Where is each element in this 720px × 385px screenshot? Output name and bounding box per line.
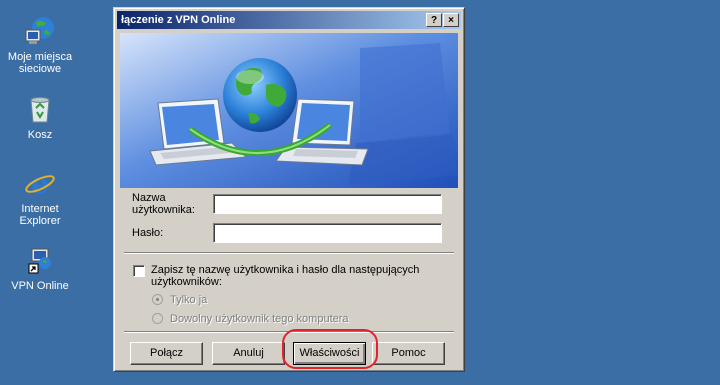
vpn-shortcut-icon	[28, 248, 51, 274]
password-field[interactable]	[213, 223, 442, 243]
desktop-icon-label: VPN Online	[11, 280, 69, 292]
help-button[interactable]: Pomoc	[372, 342, 445, 365]
desktop-icon-label: Internet	[21, 203, 59, 215]
recycle-bin-icon	[30, 97, 50, 123]
desktop-icon-label: sieciowe	[18, 63, 62, 75]
desktop-icon-recycle-bin[interactable]: Kosz	[5, 92, 75, 141]
save-credentials-label[interactable]: Zapisz tę nazwę użytkownika i hasło dla …	[151, 264, 419, 288]
username-field[interactable]	[213, 194, 442, 214]
close-button[interactable]: ×	[443, 13, 459, 27]
vpn-connect-dialog: łączenie z VPN Online ? × Nazwa użytkown…	[113, 7, 465, 372]
internet-explorer-icon: e	[25, 167, 55, 200]
divider	[124, 252, 454, 254]
svg-text:e: e	[31, 167, 49, 200]
desktop-icon-internet-explorer[interactable]: e Internet Explorer	[5, 166, 75, 227]
radio-selected-dot	[156, 298, 159, 301]
cancel-button[interactable]: Anuluj	[212, 342, 285, 365]
username-label: Nazwa użytkownika:	[132, 192, 195, 216]
desktop-icon-network-places[interactable]: Moje miejsca sieciowe	[5, 14, 75, 75]
radio-any-user-label: Dowolny użytkownik tego komputera	[170, 313, 349, 325]
network-places-icon	[25, 17, 54, 44]
desktop-icon-label: Explorer	[19, 215, 61, 227]
desktop-icon-label: Kosz	[27, 129, 53, 141]
title-bar[interactable]: łączenie z VPN Online ? ×	[117, 11, 461, 29]
radio-only-me[interactable]	[152, 294, 163, 305]
password-label: Hasło:	[132, 227, 164, 239]
connect-button[interactable]: Połącz	[130, 342, 203, 365]
save-credentials-checkbox[interactable]	[133, 265, 145, 277]
dialog-title: łączenie z VPN Online	[121, 14, 236, 26]
radio-only-me-label: Tylko ja	[170, 294, 208, 306]
desktop-icon-vpn-online[interactable]: VPN Online	[5, 243, 75, 292]
network-banner-image	[120, 33, 458, 188]
highlight-circle-annotation	[282, 329, 378, 369]
radio-any-user[interactable]	[152, 313, 163, 324]
desktop-icon-label: Moje miejsca	[7, 51, 73, 63]
help-title-button[interactable]: ?	[426, 13, 442, 27]
